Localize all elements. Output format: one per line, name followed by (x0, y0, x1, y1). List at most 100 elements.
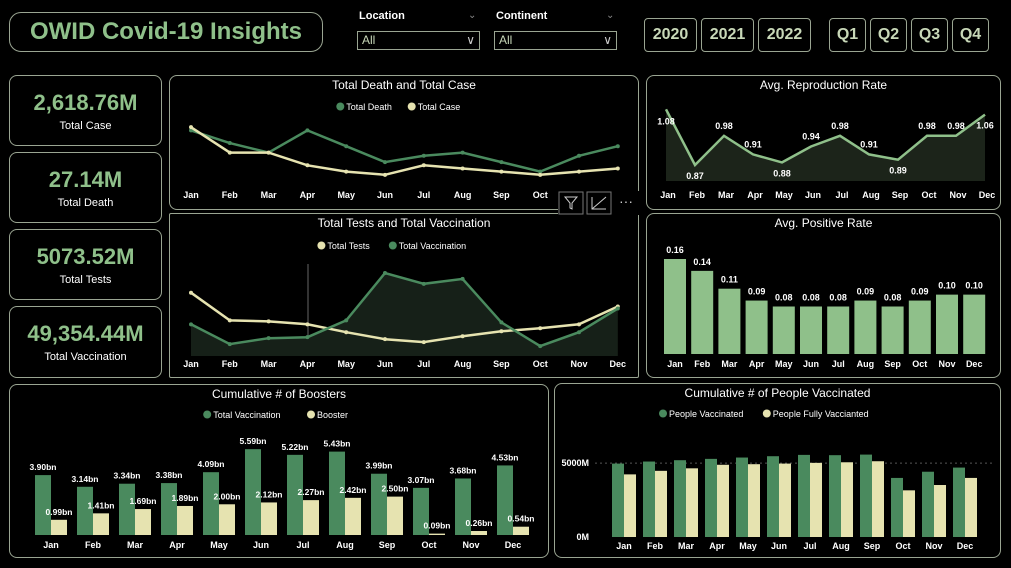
bar[interactable] (829, 455, 841, 537)
bar[interactable] (429, 533, 445, 535)
bar[interactable] (772, 306, 795, 355)
bar[interactable] (261, 502, 277, 535)
x-tick-label: Jun (771, 541, 787, 551)
bar[interactable] (854, 300, 877, 354)
year-2021-button[interactable]: 2021 (701, 18, 754, 52)
data-label: 0.89 (889, 166, 907, 176)
bar[interactable] (745, 300, 768, 354)
tests-vaccination-chart[interactable]: Total Tests and Total Vaccination Total … (169, 213, 639, 378)
bar[interactable] (827, 306, 850, 355)
bar[interactable] (717, 464, 729, 537)
x-tick-label: Aug (857, 359, 875, 369)
bar[interactable] (965, 477, 977, 537)
year-2022-button[interactable]: 2022 (758, 18, 811, 52)
bar[interactable] (664, 259, 686, 354)
legend-label: Total Death (346, 102, 392, 112)
bar[interactable] (655, 470, 667, 537)
bar[interactable] (513, 526, 529, 535)
series-line (190, 129, 619, 173)
legend-label: Booster (317, 410, 348, 420)
quarter-q2-button[interactable]: Q2 (870, 18, 907, 52)
data-point (460, 166, 465, 171)
data-label: 0.11 (721, 275, 738, 285)
bar[interactable] (219, 504, 235, 535)
bar[interactable] (881, 306, 904, 355)
bar[interactable] (891, 477, 903, 537)
quarter-q4-button[interactable]: Q4 (952, 18, 989, 52)
boosters-chart[interactable]: Cumulative # of Boosters Total Vaccinati… (9, 384, 549, 558)
bar[interactable] (953, 467, 965, 537)
data-label: 2.00bn (214, 491, 241, 501)
dropdown-arrow-icon: ∨ (466, 33, 475, 47)
quarter-q1-button[interactable]: Q1 (829, 18, 866, 52)
focus-mode-icon[interactable] (591, 196, 607, 210)
chevron-down-icon[interactable]: ⌄ (606, 10, 614, 21)
bar[interactable] (612, 463, 624, 537)
chevron-down-icon[interactable]: ⌄ (468, 10, 476, 21)
bar[interactable] (934, 485, 946, 537)
bar[interactable] (93, 513, 109, 535)
legend-marker (317, 241, 326, 250)
positive-rate-chart[interactable]: Avg. Positive Rate 0.16 0.14 0.11 0.09 0.08 0… (646, 213, 1001, 378)
people-vaccinated-chart[interactable]: Cumulative # of People Vaccinated People… (554, 383, 1001, 558)
bar[interactable] (936, 294, 958, 354)
bar[interactable] (705, 458, 717, 537)
x-tick-label: Nov (570, 359, 587, 369)
bar[interactable] (779, 463, 791, 537)
bar[interactable] (203, 472, 219, 535)
bar[interactable] (387, 496, 403, 535)
bar[interactable] (872, 461, 884, 537)
bar[interactable] (908, 300, 931, 354)
data-point (305, 322, 310, 327)
year-2020-button[interactable]: 2020 (644, 18, 697, 52)
bar[interactable] (471, 531, 487, 535)
x-tick-label: May (775, 359, 793, 369)
filter-icon[interactable] (563, 196, 579, 210)
bar[interactable] (161, 483, 177, 535)
bar[interactable] (767, 456, 779, 537)
bar[interactable] (903, 490, 915, 537)
bar[interactable] (497, 465, 513, 535)
bar[interactable] (841, 462, 853, 537)
data-label: 0.16 (666, 245, 684, 255)
quarter-q3-button[interactable]: Q3 (911, 18, 948, 52)
bar[interactable] (119, 483, 135, 535)
bar[interactable] (686, 468, 698, 537)
bar[interactable] (303, 500, 319, 535)
bar[interactable] (800, 306, 822, 355)
bar[interactable] (963, 294, 986, 354)
bar[interactable] (798, 454, 810, 537)
data-label: 3.68bn (450, 465, 477, 475)
bar[interactable] (51, 519, 67, 535)
x-tick-label: Mar (718, 190, 735, 200)
bar[interactable] (624, 474, 636, 537)
bar[interactable] (135, 509, 151, 535)
bar[interactable] (35, 475, 51, 535)
location-dropdown[interactable]: All ∨ (357, 31, 480, 50)
bar[interactable] (748, 464, 760, 537)
data-label: 0.14 (693, 257, 711, 267)
kpi-label: Total Case (59, 119, 112, 132)
data-point (460, 150, 465, 155)
area-fill (191, 273, 618, 356)
bar[interactable] (810, 462, 822, 537)
legend-label: Total Case (418, 102, 461, 112)
continent-dropdown[interactable]: All ∨ (494, 31, 617, 50)
death-case-chart[interactable]: Total Death and Total Case Total Death To… (169, 75, 639, 210)
bar[interactable] (345, 497, 361, 535)
kpi-total-tests: 5073.52M Total Tests (9, 229, 162, 300)
bar[interactable] (643, 461, 655, 537)
reproduction-rate-chart[interactable]: Avg. Reproduction Rate 1.08 0.87 0.98 0.91 0… (646, 75, 1001, 210)
bar[interactable] (718, 288, 741, 354)
bar[interactable] (736, 457, 748, 537)
data-point (538, 172, 543, 177)
bar[interactable] (860, 454, 872, 537)
bar[interactable] (177, 505, 193, 535)
bar[interactable] (674, 460, 686, 537)
bar[interactable] (691, 270, 714, 354)
x-tick-label: Nov (462, 540, 479, 550)
more-options-icon[interactable]: ··· (619, 193, 633, 209)
bar[interactable] (77, 486, 93, 535)
data-label: 0.98 (831, 121, 849, 131)
bar[interactable] (922, 471, 934, 537)
